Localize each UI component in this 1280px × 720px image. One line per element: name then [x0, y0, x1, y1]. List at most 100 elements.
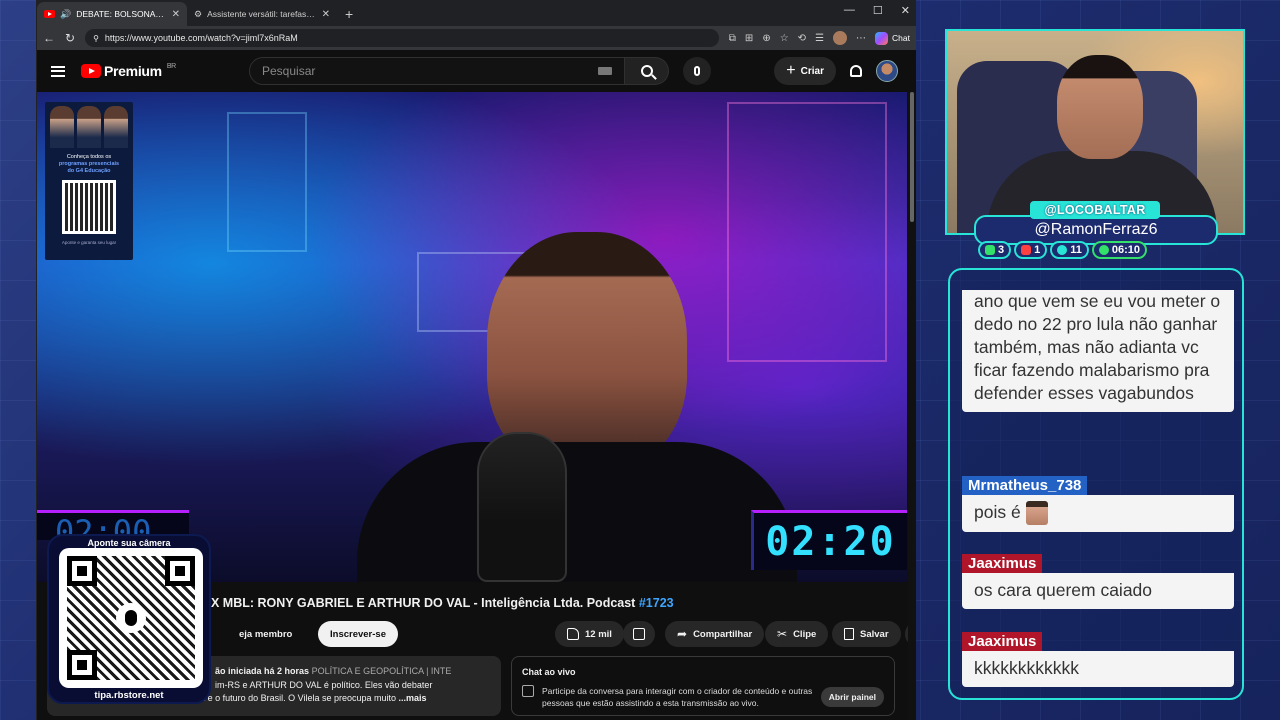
- stat-uptime: 06:10: [1091, 241, 1148, 259]
- tab-close-icon[interactable]: ✕: [172, 9, 180, 20]
- url-field[interactable]: ⚲ https://www.youtube.com/watch?v=jiml7x…: [85, 29, 719, 47]
- qr-finder: [67, 556, 97, 586]
- like-count: 12 mil: [585, 628, 612, 640]
- create-button[interactable]: + Criar: [774, 57, 836, 85]
- chat-username: Jaaximus: [962, 554, 1043, 573]
- promo-text: Conheça todos os programas presenciais d…: [59, 154, 119, 175]
- stat-chat: 3: [978, 241, 1012, 259]
- youtube-icon: [1021, 245, 1032, 255]
- clip-label: Clipe: [793, 628, 817, 640]
- close-window-icon[interactable]: ✕: [901, 4, 910, 17]
- chat-label: Chat: [892, 33, 910, 43]
- background-shelf: [227, 112, 307, 252]
- chat-message: Mrmatheus_738 pois é: [962, 476, 1234, 533]
- site-info-icon[interactable]: ⚲: [93, 34, 99, 43]
- clip-button[interactable]: ✂ Clipe: [765, 621, 829, 647]
- promo-photo: [50, 106, 74, 148]
- apps-icon[interactable]: ⊞: [745, 33, 753, 44]
- stream-started: ão iniciada há 2 horas: [215, 666, 310, 676]
- video-title: X MBL: RONY GABRIEL E ARTHUR DO VAL - In…: [211, 596, 674, 610]
- category-tags: POLÍTICA E GEOPOLÍTICA | INTE: [311, 666, 452, 676]
- voice-search-button[interactable]: [683, 57, 711, 85]
- show-more-link[interactable]: ...mais: [399, 693, 427, 703]
- chat-message-text: os cara querem caiado: [962, 573, 1234, 609]
- video-title-text: X MBL: RONY GABRIEL E ARTHUR DO VAL - In…: [211, 596, 636, 610]
- share-button[interactable]: ➦ Compartilhar: [665, 621, 765, 647]
- qr-finder: [165, 556, 195, 586]
- chat-message: Jaaximus kkkkkkkkkkkk: [962, 632, 1234, 687]
- chat-icon: [985, 245, 995, 255]
- zoom-icon[interactable]: ⊕: [762, 33, 770, 44]
- more-icon[interactable]: ⋯: [856, 33, 866, 44]
- address-bar: ← ↻ ⚲ https://www.youtube.com/watch?v=ji…: [37, 26, 916, 50]
- favorites-icon[interactable]: ☰: [815, 33, 824, 44]
- minimize-icon[interactable]: —: [844, 4, 855, 17]
- video-hashtag[interactable]: #1723: [639, 596, 674, 610]
- qr-finder: [67, 650, 97, 680]
- sponsor-promo: Conheça todos os programas presenciais d…: [45, 102, 133, 260]
- tab-title: Assistente versátil: tarefas, respostas: [207, 9, 317, 19]
- open-panel-button[interactable]: Abrir painel: [820, 687, 884, 707]
- menu-icon[interactable]: [51, 65, 65, 77]
- copilot-chat-button[interactable]: Chat: [875, 31, 910, 45]
- youtube-play-icon: [81, 64, 101, 78]
- chat-username: Mrmatheus_738: [962, 476, 1088, 495]
- youtube-logo[interactable]: Premium BR: [81, 63, 176, 79]
- qr-url: tipa.rbstore.net: [94, 690, 164, 701]
- extensions-icon[interactable]: ⟲: [798, 33, 806, 44]
- plus-icon: +: [786, 62, 796, 79]
- thumbs-down-icon: [633, 628, 645, 640]
- speaker-icon[interactable]: 🔊: [60, 9, 71, 20]
- profile-avatar[interactable]: [833, 31, 848, 45]
- clock-icon: [1098, 245, 1109, 255]
- chat-bubble-icon: [522, 685, 534, 697]
- tab-title: DEBATE: BOLSONARISTA X MBL: RONY GABRIEL…: [76, 9, 166, 19]
- search-button[interactable]: [625, 57, 669, 85]
- notifications-bell-icon[interactable]: [850, 65, 862, 77]
- favorite-star-icon[interactable]: ☆: [780, 33, 789, 44]
- qr-instruction: Aponte sua câmera: [87, 538, 171, 548]
- bookmark-icon: [844, 628, 854, 640]
- account-avatar[interactable]: [876, 60, 898, 82]
- stream-stats: 3 1 11 06:10: [978, 241, 1148, 259]
- maximize-icon[interactable]: ☐: [873, 4, 883, 17]
- youtube-favicon-icon: [44, 10, 55, 18]
- reload-icon[interactable]: ↻: [65, 31, 75, 45]
- chat-message: Jaaximus os cara querem caiado: [962, 554, 1234, 609]
- save-button[interactable]: Salvar: [832, 621, 901, 647]
- share-icon: ➦: [677, 627, 688, 641]
- create-label: Criar: [800, 65, 824, 77]
- stat-value: 1: [1034, 244, 1041, 256]
- url-text: https://www.youtube.com/watch?v=jiml7x6n…: [104, 33, 298, 43]
- video-player[interactable]: Conheça todos os programas presenciais d…: [37, 92, 907, 582]
- translate-icon[interactable]: ⧉: [729, 33, 736, 44]
- tab-close-icon[interactable]: ✕: [322, 9, 330, 20]
- tab-assistant[interactable]: ⚙ Assistente versátil: tarefas, resposta…: [187, 2, 337, 26]
- chat-message-row: pois é: [962, 495, 1234, 533]
- promo-qr-code: [62, 180, 116, 235]
- podcast-guest: [357, 212, 797, 582]
- secondary-handle: @LOCOBALTAR: [1030, 201, 1160, 219]
- dislike-button[interactable]: [623, 621, 655, 647]
- tab-youtube[interactable]: 🔊 DEBATE: BOLSONARISTA X MBL: RONY GABRI…: [37, 2, 187, 26]
- window-controls: — ☐ ✕: [844, 4, 910, 17]
- join-button[interactable]: eja membro: [197, 621, 304, 647]
- new-tab-button[interactable]: +: [337, 6, 361, 26]
- page-scrollbar[interactable]: [908, 92, 916, 720]
- subscribe-button[interactable]: Inscrever-se: [318, 621, 398, 647]
- keyboard-icon[interactable]: [598, 67, 612, 75]
- viewers-icon: [1057, 245, 1068, 255]
- promo-footer: Aponte e garanta seu lugar: [61, 240, 117, 246]
- search-input[interactable]: Pesquisar: [249, 57, 625, 85]
- thumbs-up-icon: [567, 628, 579, 640]
- qr-code: [59, 548, 203, 688]
- face-emote-icon: [1025, 501, 1048, 526]
- toolbar-icons: ⧉ ⊞ ⊕ ☆ ⟲ ☰ ⋯ Chat: [729, 31, 910, 45]
- video-actions: eja membro Inscrever-se 12 mil ➦ Compart…: [197, 621, 916, 647]
- scrollbar-thumb[interactable]: [910, 92, 914, 222]
- join-label: eja membro: [239, 628, 293, 640]
- chat-message-text: kkkkkkkkkkkk: [962, 651, 1234, 687]
- microphone-logo-icon: [116, 603, 146, 633]
- like-button[interactable]: 12 mil: [555, 621, 624, 647]
- back-icon[interactable]: ←: [43, 31, 55, 45]
